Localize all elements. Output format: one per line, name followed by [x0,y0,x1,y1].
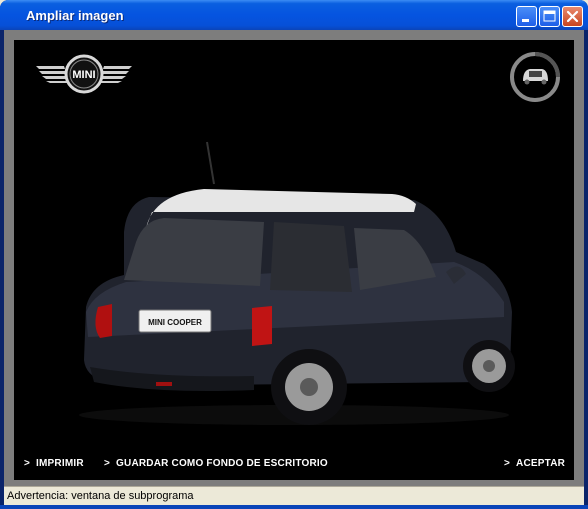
window-frame-bottom [0,505,588,509]
minimize-icon [522,19,529,22]
action-bar: > IMPRIMIR > GUARDAR COMO FONDO DE ESCRITO… [14,458,574,474]
chevron-right-icon: > [504,458,511,469]
chevron-right-icon: > [104,458,111,469]
title-bar[interactable]: Ampliar imagen [0,0,588,30]
close-button[interactable] [562,6,583,27]
rotate-view-icon[interactable] [508,50,562,104]
plate-text: MINI COOPER [148,318,202,327]
maximize-icon [543,10,556,22]
window-title: Ampliar imagen [26,8,124,23]
applet-window: Ampliar imagen MINI MINI COOPER > IMPRIM… [0,0,588,509]
mini-logo: MINI [36,54,132,94]
close-icon [566,10,579,23]
save-wallpaper-link[interactable]: > GUARDAR COMO FONDO DE ESCRITORIO [104,458,328,469]
status-bar: Advertencia: ventana de subprograma [4,486,584,505]
car-image: MINI COOPER [79,141,515,425]
print-link[interactable]: > IMPRIMIR [24,458,84,469]
status-text: Advertencia: ventana de subprograma [7,490,194,502]
client-area: MINI MINI COOPER > IMPRIMIR > GUARDAR CO… [4,30,584,486]
accept-link[interactable]: > ACEPTAR [504,458,565,469]
image-stage: MINI MINI COOPER > IMPRIMIR > GUARDAR CO… [14,40,574,480]
chevron-right-icon: > [24,458,31,469]
logo-text: MINI [72,69,95,81]
maximize-button[interactable] [539,6,560,27]
minimize-button[interactable] [516,6,537,27]
